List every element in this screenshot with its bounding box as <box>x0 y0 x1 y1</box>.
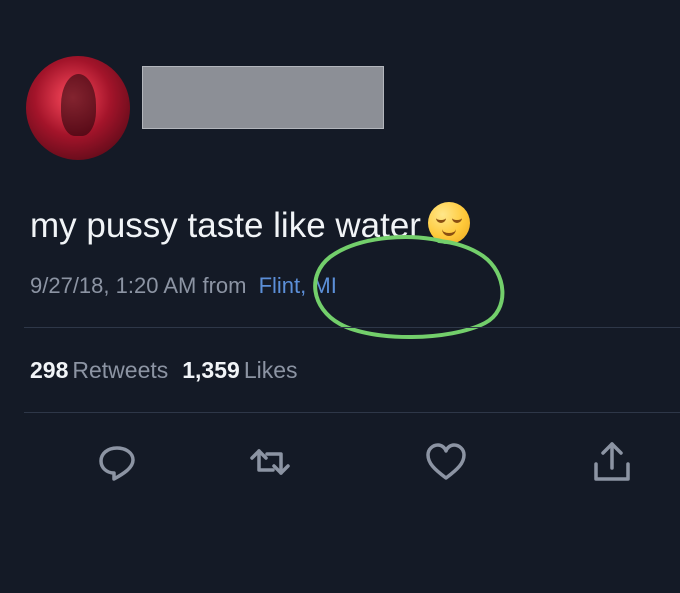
reply-icon <box>99 446 135 481</box>
tweet-stats: 298 Retweets 1,359 Likes <box>30 357 312 384</box>
likes-label[interactable]: Likes <box>244 357 298 383</box>
divider <box>24 327 680 328</box>
heart-icon <box>426 443 466 480</box>
divider <box>24 412 680 413</box>
retweets-label[interactable]: Retweets <box>72 357 168 383</box>
tweet-meta: 9/27/18, 1:20 AM from Flint, MI <box>30 273 337 299</box>
likes-count[interactable]: 1,359 <box>182 357 240 383</box>
retweets-count[interactable]: 298 <box>30 357 68 383</box>
share-icon <box>594 442 630 481</box>
from-label: from <box>202 273 247 298</box>
reply-button[interactable] <box>93 438 141 486</box>
redacted-username-box <box>142 66 384 129</box>
tweet-timestamp[interactable]: 9/27/18, 1:20 AM <box>30 273 196 298</box>
tweet-actions <box>0 438 680 486</box>
like-button[interactable] <box>422 438 470 486</box>
retweet-icon <box>250 449 290 475</box>
avatar[interactable] <box>26 56 130 160</box>
share-button[interactable] <box>588 438 636 486</box>
retweet-button[interactable] <box>246 438 294 486</box>
